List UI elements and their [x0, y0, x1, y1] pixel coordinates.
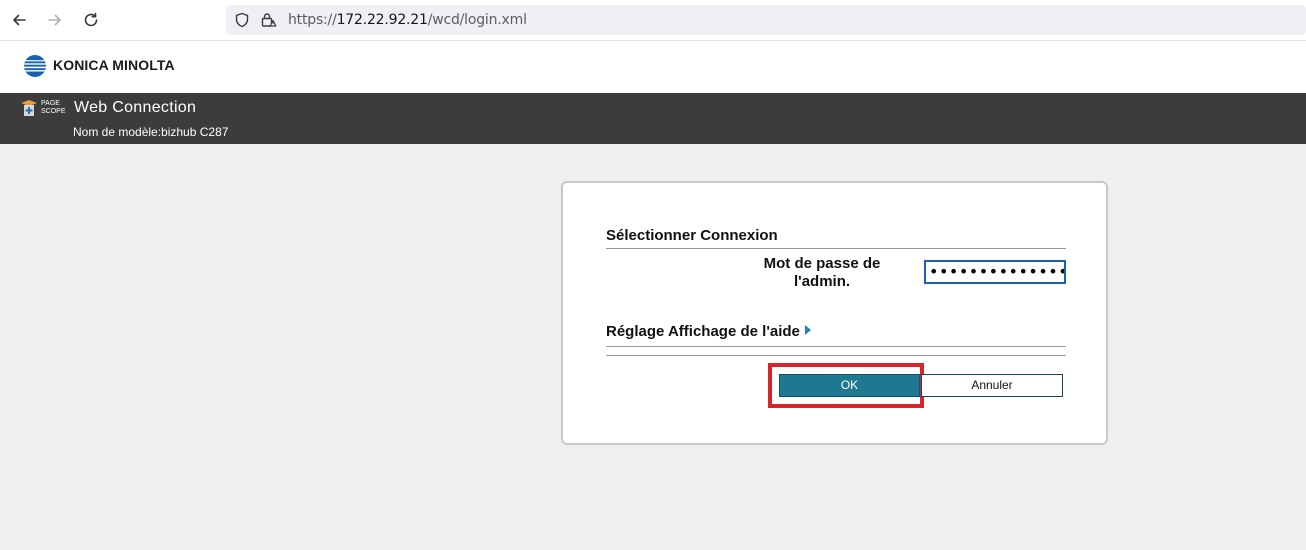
help-divider	[606, 346, 1066, 347]
pagescope-text-bottom: SCOPE	[41, 108, 66, 115]
pagescope-text-top: PAGE	[41, 100, 60, 107]
brand-name: KONICA MINOLTA	[53, 57, 175, 73]
shield-icon	[235, 12, 249, 28]
pagescope-logo: PAGE SCOPE	[19, 97, 69, 119]
back-button[interactable]	[8, 9, 30, 31]
url-text[interactable]: https://172.22.92.21/wcd/login.xml	[288, 12, 527, 28]
help-display-setting-label: Réglage Affichage de l'aide	[606, 323, 800, 340]
section-divider	[606, 248, 1066, 249]
triangle-right-icon	[804, 325, 811, 335]
konica-minolta-globe-icon	[24, 55, 46, 77]
password-label: Mot de passe de l'admin.	[743, 255, 901, 291]
model-label: Nom de modèle:bizhub C287	[73, 125, 229, 139]
password-label-line1: Mot de passe de	[763, 255, 881, 272]
app-header: PAGE SCOPE Web Connection Nom de modèle:…	[0, 93, 1306, 144]
brand-header: KONICA MINOLTA	[0, 41, 1306, 93]
browser-toolbar: https://172.22.92.21/wcd/login.xml	[0, 0, 1306, 41]
section-title: Sélectionner Connexion	[606, 227, 778, 244]
admin-password-field[interactable]: ••••••••••••••	[924, 260, 1066, 284]
reload-button[interactable]	[80, 9, 102, 31]
url-scheme: https://	[288, 12, 337, 28]
url-path: /wcd/login.xml	[427, 12, 527, 28]
help-display-setting-link[interactable]: Réglage Affichage de l'aide	[606, 323, 811, 340]
pagescope-icon	[21, 100, 37, 116]
lock-warning-icon[interactable]	[260, 11, 278, 29]
login-panel: Sélectionner Connexion Mot de passe de l…	[561, 181, 1108, 445]
ok-button[interactable]: OK	[779, 374, 920, 397]
arrow-right-icon	[48, 14, 61, 26]
address-bar[interactable]: https://172.22.92.21/wcd/login.xml	[226, 5, 1306, 35]
app-title: Web Connection	[74, 99, 197, 116]
url-host: 172.22.92.21	[336, 12, 428, 28]
cancel-button[interactable]: Annuler	[921, 374, 1063, 397]
reload-icon	[84, 12, 98, 27]
forward-button[interactable]	[44, 9, 66, 31]
password-label-line2: l'admin.	[793, 273, 851, 290]
arrow-left-icon	[13, 14, 26, 26]
